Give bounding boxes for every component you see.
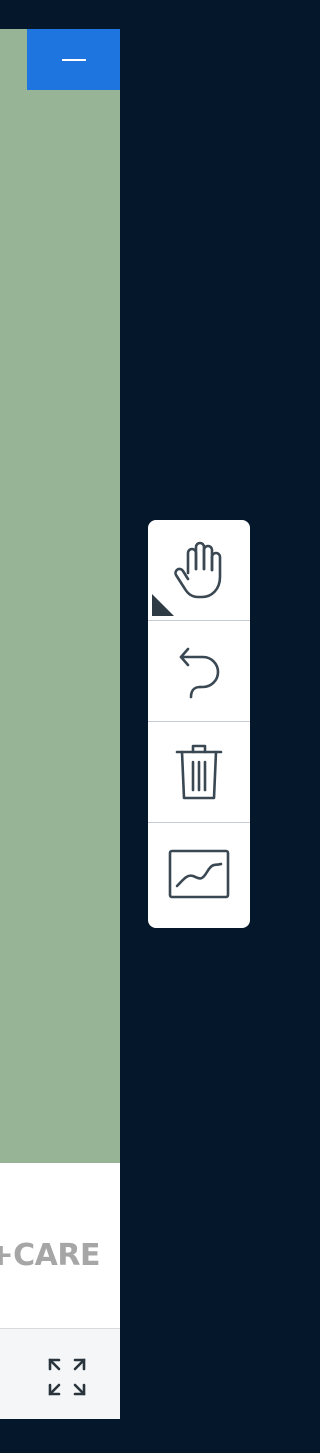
tool-corner-indicator xyxy=(152,594,174,616)
panel-footer xyxy=(0,1328,120,1419)
undo-button[interactable] xyxy=(148,621,250,722)
trash-icon xyxy=(175,744,223,800)
undo-icon xyxy=(179,647,220,699)
brand-bar: T+CARE xyxy=(0,1163,120,1328)
brand-logo-text: T+CARE xyxy=(0,1238,101,1273)
pan-tool-button[interactable] xyxy=(148,520,250,621)
expand-icon xyxy=(48,1358,86,1396)
minus-icon xyxy=(62,59,86,61)
line-chart-icon xyxy=(168,849,230,898)
drawing-toolbar xyxy=(148,520,250,928)
map-panel[interactable]: T+CARE xyxy=(0,29,120,1419)
hand-icon xyxy=(174,541,222,599)
delete-button[interactable] xyxy=(148,722,250,823)
fullscreen-button[interactable] xyxy=(44,1354,90,1400)
collapse-button[interactable] xyxy=(27,29,120,90)
chart-tool-button[interactable] xyxy=(148,823,250,924)
